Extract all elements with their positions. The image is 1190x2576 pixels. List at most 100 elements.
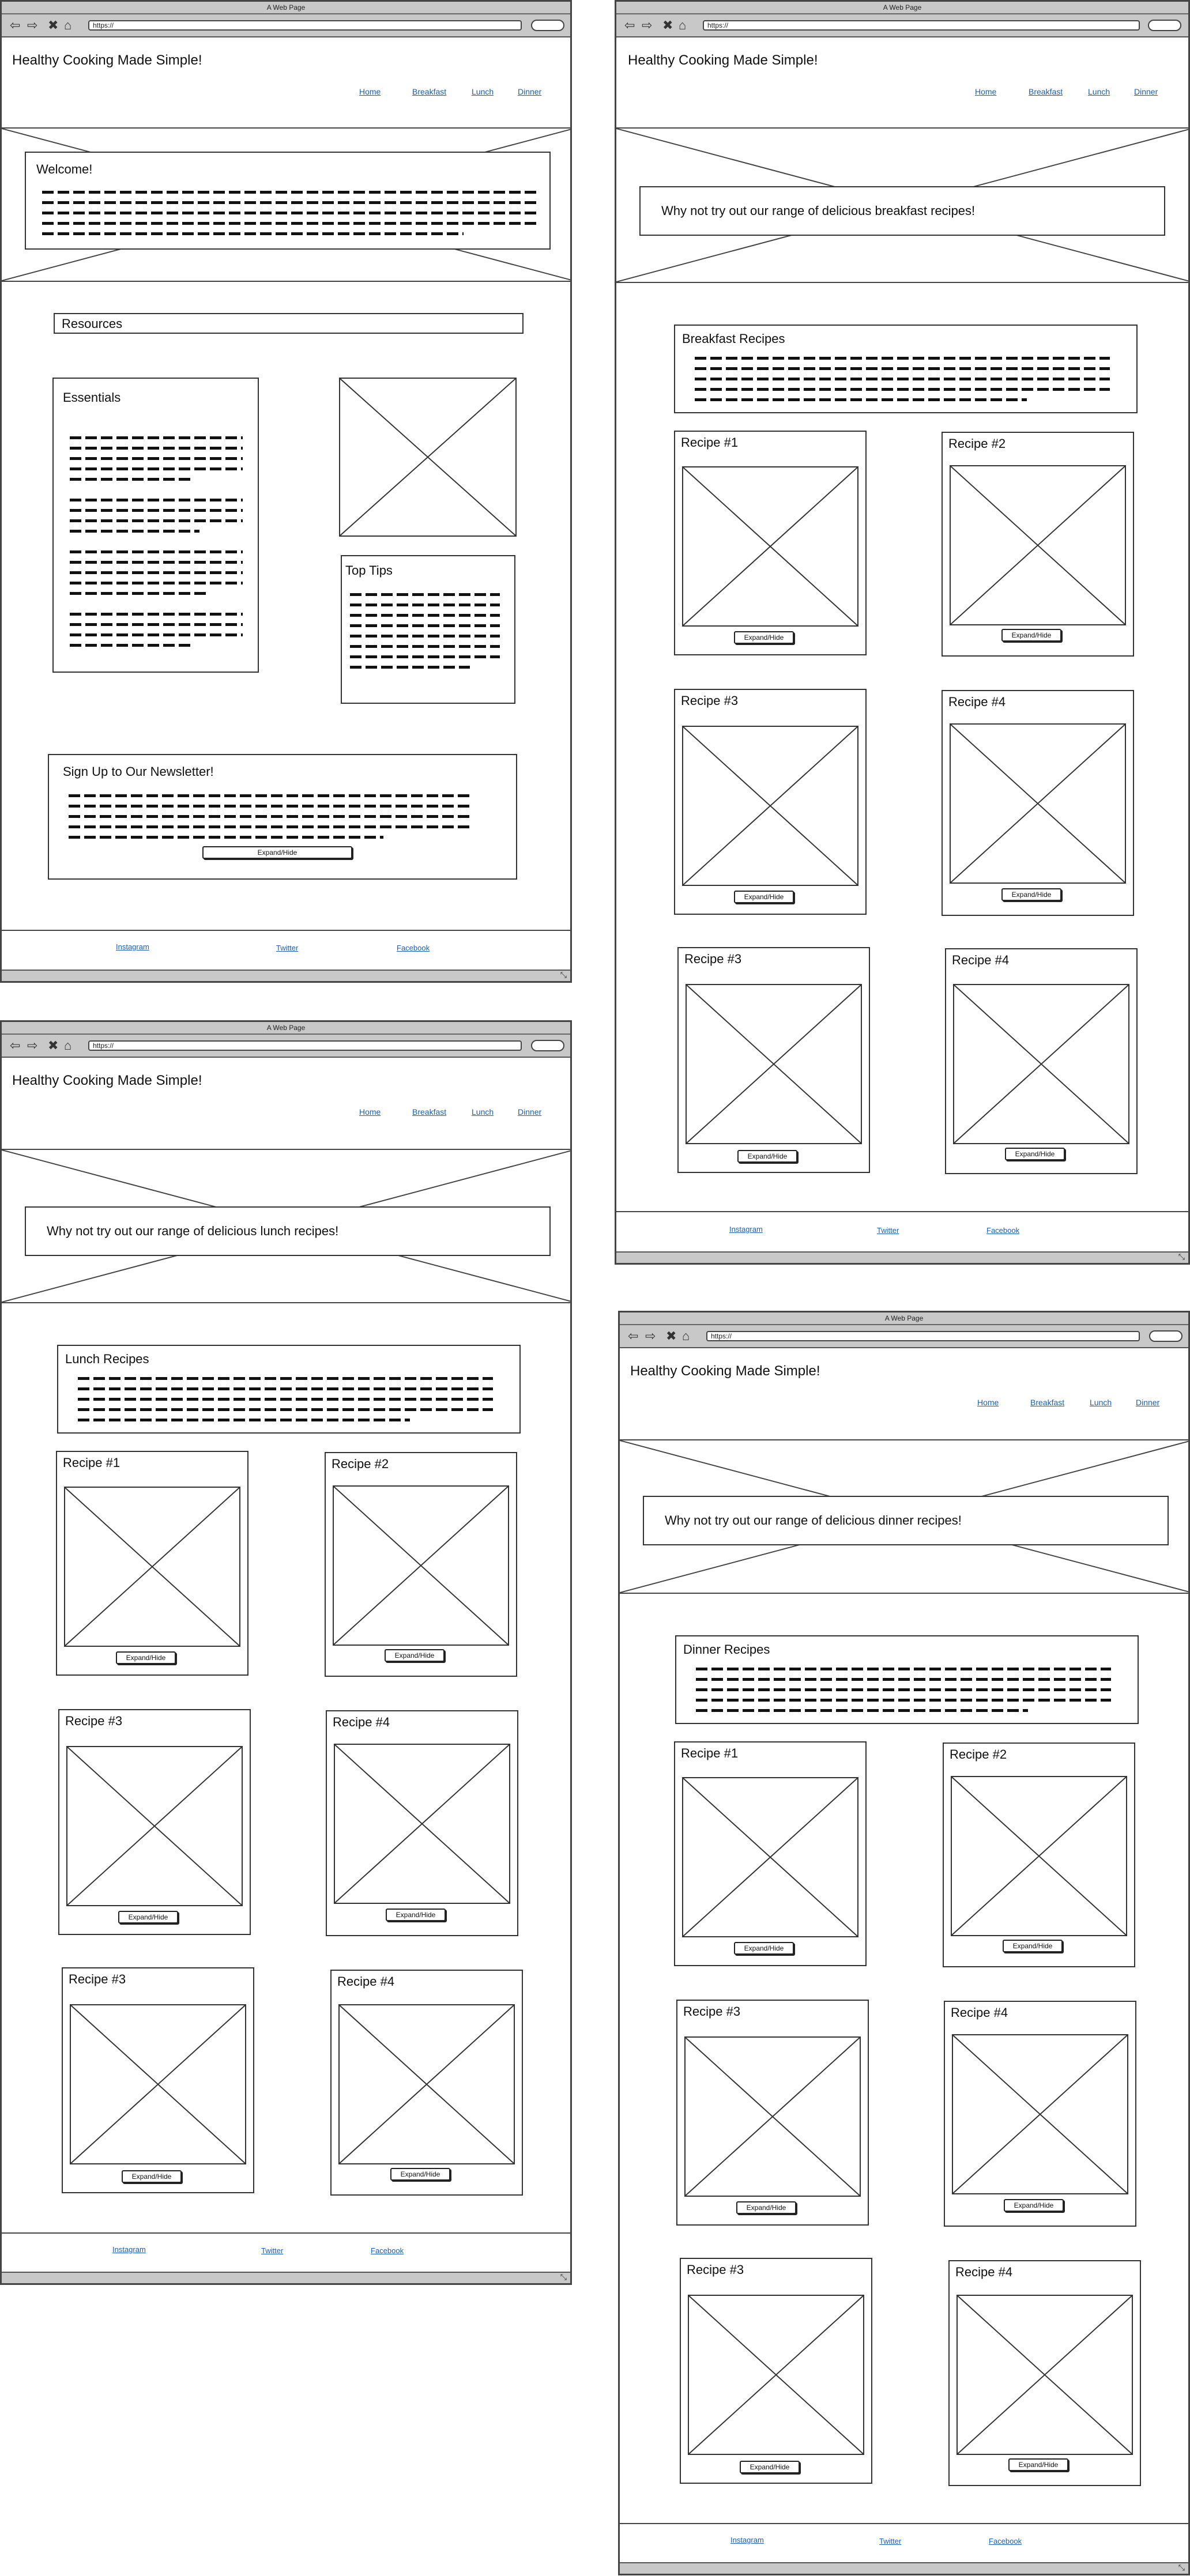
- lunch-page-wireframe: A Web Page ⇦ ⇨ ✖ ⌂ https:// Healthy Cook…: [0, 1020, 572, 2285]
- forward-icon[interactable]: ⇨: [27, 1039, 37, 1053]
- nav-lunch[interactable]: Lunch: [472, 1107, 494, 1117]
- back-icon[interactable]: ⇦: [10, 1039, 20, 1053]
- home-icon[interactable]: ⌂: [682, 1329, 690, 1343]
- status-bar: ⤡: [620, 2562, 1188, 2574]
- expand-hide-button[interactable]: Expand/Hide: [740, 2461, 800, 2473]
- resize-grip-icon[interactable]: ⤡: [560, 2272, 567, 2282]
- recipe-image-placeholder: [682, 726, 858, 886]
- back-icon[interactable]: ⇦: [624, 18, 635, 32]
- expand-hide-button[interactable]: Expand/Hide: [386, 1909, 446, 1921]
- expand-hide-button[interactable]: Expand/Hide: [1001, 629, 1061, 642]
- recipe-card: Recipe #3 Expand/Hide: [677, 947, 870, 1173]
- section-intro-text: [78, 1377, 493, 1429]
- url-field[interactable]: https://: [703, 20, 1140, 31]
- footer-facebook-link[interactable]: Facebook: [397, 944, 430, 952]
- expand-hide-button[interactable]: Expand/Hide: [734, 631, 794, 644]
- nav-lunch[interactable]: Lunch: [472, 87, 494, 96]
- footer-twitter-link[interactable]: Twitter: [276, 944, 298, 952]
- dinner-page-wireframe: A Web Page ⇦ ⇨ ✖ ⌂ https:// Healthy Cook…: [618, 1311, 1190, 2575]
- nav-breakfast[interactable]: Breakfast: [1030, 1398, 1064, 1407]
- footer-twitter-link[interactable]: Twitter: [877, 1226, 899, 1235]
- forward-icon[interactable]: ⇨: [27, 18, 37, 32]
- search-field[interactable]: [1148, 20, 1181, 31]
- nav-dinner[interactable]: Dinner: [1134, 87, 1158, 96]
- footer-instagram-link[interactable]: Instagram: [730, 2536, 764, 2544]
- section-intro-text: [696, 1668, 1111, 1719]
- browser-toolbar: ⇦ ⇨ ✖ ⌂ https://: [620, 1325, 1188, 1348]
- footer-twitter-link[interactable]: Twitter: [261, 2246, 283, 2255]
- expand-hide-button[interactable]: Expand/Hide: [734, 1942, 794, 1955]
- expand-hide-button[interactable]: Expand/Hide: [1005, 1148, 1065, 1160]
- hero-message: Why not try out our range of delicious b…: [661, 203, 976, 218]
- expand-hide-button[interactable]: Expand/Hide: [385, 1649, 445, 1662]
- expand-hide-button[interactable]: Expand/Hide: [118, 1911, 178, 1923]
- close-icon[interactable]: ✖: [48, 1039, 58, 1053]
- recipe-card: Recipe #4 Expand/Hide: [330, 1970, 523, 2196]
- top-tips-text: [350, 593, 500, 676]
- footer-instagram-link[interactable]: Instagram: [116, 942, 149, 951]
- home-icon[interactable]: ⌂: [64, 1039, 71, 1053]
- expand-hide-button[interactable]: Expand/Hide: [1003, 1940, 1063, 1952]
- nav-breakfast[interactable]: Breakfast: [412, 1107, 446, 1117]
- recipe-card: Recipe #1 Expand/Hide: [56, 1451, 248, 1676]
- recipe-card: Recipe #2 Expand/Hide: [325, 1452, 517, 1677]
- footer-instagram-link[interactable]: Instagram: [729, 1225, 763, 1234]
- nav-home[interactable]: Home: [359, 87, 381, 96]
- top-tips-panel: Top Tips: [341, 555, 515, 704]
- breakfast-page-wireframe: A Web Page ⇦ ⇨ ✖ ⌂ https:// Healthy Cook…: [615, 0, 1190, 1265]
- expand-hide-button[interactable]: Expand/Hide: [202, 846, 352, 859]
- nav-dinner[interactable]: Dinner: [518, 1107, 541, 1117]
- url-field[interactable]: https://: [88, 1040, 522, 1051]
- nav-breakfast[interactable]: Breakfast: [412, 87, 446, 96]
- home-icon[interactable]: ⌂: [679, 18, 686, 32]
- recipe-image-placeholder: [682, 466, 858, 627]
- nav-home[interactable]: Home: [975, 87, 996, 96]
- recipe-image-placeholder: [684, 2036, 861, 2197]
- close-icon[interactable]: ✖: [48, 18, 58, 32]
- back-icon[interactable]: ⇦: [10, 18, 20, 32]
- footer-facebook-link[interactable]: Facebook: [986, 1226, 1019, 1235]
- search-field[interactable]: [531, 1040, 564, 1051]
- forward-icon[interactable]: ⇨: [642, 18, 652, 32]
- footer-facebook-link[interactable]: Facebook: [989, 2537, 1022, 2545]
- essentials-text: [70, 436, 243, 654]
- resize-grip-icon[interactable]: ⤡: [1178, 2563, 1185, 2573]
- nav-dinner[interactable]: Dinner: [518, 87, 541, 96]
- recipe-image-placeholder: [66, 1746, 243, 1906]
- resize-grip-icon[interactable]: ⤡: [1178, 1252, 1185, 1262]
- search-field[interactable]: [531, 20, 564, 31]
- recipe-title: Recipe #1: [63, 1455, 120, 1470]
- nav-home[interactable]: Home: [359, 1107, 381, 1117]
- nav-lunch[interactable]: Lunch: [1088, 87, 1110, 96]
- expand-hide-button[interactable]: Expand/Hide: [736, 2201, 796, 2214]
- search-field[interactable]: [1149, 1330, 1183, 1342]
- url-field[interactable]: https://: [706, 1331, 1140, 1341]
- recipe-title: Recipe #4: [955, 2265, 1013, 2279]
- close-icon[interactable]: ✖: [662, 18, 673, 32]
- url-field[interactable]: https://: [88, 20, 522, 31]
- expand-hide-button[interactable]: Expand/Hide: [1001, 888, 1061, 901]
- resize-grip-icon[interactable]: ⤡: [560, 970, 567, 980]
- footer-divider: [2, 930, 570, 931]
- expand-hide-button[interactable]: Expand/Hide: [1004, 2199, 1064, 2212]
- expand-hide-button[interactable]: Expand/Hide: [390, 2168, 450, 2181]
- expand-hide-button[interactable]: Expand/Hide: [737, 1150, 797, 1163]
- expand-hide-button[interactable]: Expand/Hide: [1008, 2458, 1068, 2471]
- expand-hide-button[interactable]: Expand/Hide: [734, 891, 794, 903]
- nav-home[interactable]: Home: [977, 1398, 999, 1407]
- expand-hide-button[interactable]: Expand/Hide: [116, 1651, 176, 1664]
- forward-icon[interactable]: ⇨: [645, 1329, 656, 1343]
- footer-facebook-link[interactable]: Facebook: [371, 2246, 404, 2255]
- close-icon[interactable]: ✖: [666, 1329, 676, 1343]
- expand-hide-button[interactable]: Expand/Hide: [122, 2170, 182, 2183]
- status-bar: ⤡: [2, 970, 570, 981]
- nav-breakfast[interactable]: Breakfast: [1029, 87, 1063, 96]
- nav-dinner[interactable]: Dinner: [1136, 1398, 1159, 1407]
- footer-twitter-link[interactable]: Twitter: [879, 2537, 901, 2545]
- nav-lunch[interactable]: Lunch: [1090, 1398, 1112, 1407]
- welcome-title: Welcome!: [36, 162, 93, 176]
- back-icon[interactable]: ⇦: [628, 1329, 638, 1343]
- recipe-card: Recipe #4 Expand/Hide: [942, 690, 1134, 916]
- home-icon[interactable]: ⌂: [64, 18, 71, 32]
- footer-instagram-link[interactable]: Instagram: [112, 2245, 146, 2254]
